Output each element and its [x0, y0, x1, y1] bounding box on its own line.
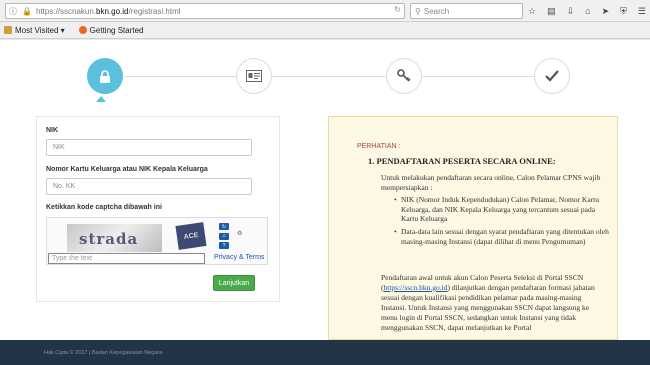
- step-account-lock-icon: [87, 58, 123, 94]
- browser-toolbar: ⓘ 🔒 https://sscnakun.bkn.go.id/registras…: [0, 0, 650, 22]
- recaptcha-logo-icon: ♻: [237, 231, 243, 237]
- captcha-label: Ketikkan kode captcha dibawah ini: [46, 204, 162, 211]
- footer: Hak Cipta © 2017 | Badan Kepegawaian Neg…: [0, 340, 650, 365]
- url-text: https://sscnakun.bkn.go.id/registrasi.ht…: [36, 6, 181, 16]
- info-icon[interactable]: ⓘ: [6, 4, 20, 18]
- step-check-icon: [534, 58, 570, 94]
- library-icon[interactable]: ▤: [547, 6, 556, 17]
- page-content: NIK NIK Nomor Kartu Keluarga atau NIK Ke…: [0, 40, 650, 340]
- privacy-terms-link[interactable]: Privacy & Terms: [214, 254, 264, 261]
- notice-bullet: Data-data lain sesuai dengan syarat pend…: [394, 227, 611, 246]
- lock-icon: 🔒: [22, 6, 32, 16]
- step-indicator: [0, 58, 650, 104]
- active-step-caret: [96, 96, 106, 102]
- search-input[interactable]: ⚲ Search: [410, 3, 523, 19]
- help-icon[interactable]: ?: [219, 242, 229, 249]
- step-key-icon: [386, 58, 422, 94]
- bookmark-getting-started[interactable]: Getting Started: [78, 26, 143, 35]
- folder-icon: [4, 26, 12, 34]
- captcha-image: strada: [67, 224, 162, 252]
- captcha-widget: strada ACE ↻ ♫ ? ♻ Type the text Privacy…: [46, 217, 268, 265]
- footer-text: Hak Cipta © 2017 | Badan Kepegawaian Neg…: [44, 349, 163, 356]
- sscn-link[interactable]: https://sscn.bkn.go.id: [384, 283, 448, 292]
- notice-intro: Untuk melakukan pendaftaran secara onlin…: [381, 173, 601, 192]
- bookmark-most-visited[interactable]: Most Visited ▾: [4, 26, 65, 35]
- kk-label: Nomor Kartu Keluarga atau NIK Kepala Kel…: [46, 166, 208, 173]
- home-icon[interactable]: ⌂: [585, 6, 590, 16]
- captcha-image-word: ACE: [175, 222, 207, 250]
- search-icon: ⚲: [415, 6, 421, 16]
- notice-bullet: NIK (Nomor Induk Kependudukan) Calon Pel…: [394, 195, 611, 224]
- menu-icon[interactable]: ☰: [638, 6, 646, 17]
- bookmark-star-icon[interactable]: ☆: [528, 6, 536, 17]
- step-connector: [422, 76, 534, 77]
- kk-input[interactable]: No. KK: [46, 178, 252, 195]
- notice-paragraph: Pendaftaran awal untuk akun Calon Pesert…: [381, 273, 595, 332]
- reload-icon[interactable]: ↻: [394, 5, 401, 14]
- url-bar[interactable]: ⓘ 🔒 https://sscnakun.bkn.go.id/registras…: [5, 3, 405, 19]
- bookmarks-bar: Most Visited ▾ Getting Started: [0, 22, 650, 39]
- notice-panel: PERHATIAN : 1. PENDAFTARAN PESERTA SECAR…: [328, 116, 618, 340]
- audio-icon[interactable]: ♫: [219, 232, 229, 240]
- next-button[interactable]: Lanjutkan: [213, 275, 255, 291]
- notice-heading: PERHATIAN :: [357, 143, 401, 150]
- shield-icon[interactable]: ⛨: [620, 6, 627, 17]
- notice-item-title: 1. PENDAFTARAN PESERTA SECARA ONLINE:: [368, 156, 556, 166]
- search-placeholder: Search: [423, 6, 450, 16]
- nik-label: NIK: [46, 127, 59, 134]
- step-connector: [124, 76, 236, 77]
- send-icon[interactable]: ➤: [602, 6, 610, 17]
- registration-form: NIK NIK Nomor Kartu Keluarga atau NIK Ke…: [36, 116, 280, 302]
- firefox-icon: [78, 26, 87, 34]
- download-icon[interactable]: ⇩: [567, 6, 575, 17]
- captcha-input[interactable]: Type the text: [48, 253, 205, 264]
- step-id-card-icon: [236, 58, 272, 94]
- step-connector: [272, 76, 386, 77]
- captcha-controls: ↻ ♫ ?: [219, 223, 229, 249]
- nik-input[interactable]: NIK: [46, 139, 252, 156]
- refresh-icon[interactable]: ↻: [219, 223, 229, 230]
